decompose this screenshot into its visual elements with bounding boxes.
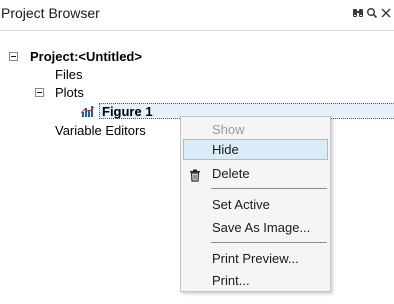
plot-icon [80,104,95,118]
close-icon[interactable] [380,6,392,20]
tree-item-figure-1[interactable]: Figure 1 [102,103,153,120]
menu-item-set-active-label: Set Active [212,197,270,212]
binoculars-icon[interactable] [352,6,364,20]
collapse-plots-icon[interactable] [35,88,44,97]
context-menu: Show Hide Delete Set Active Save As Imag… [180,116,331,292]
tree-item-project[interactable]: Project:<Untitled> [30,48,142,65]
menu-separator [211,188,327,189]
search-icon[interactable] [366,6,378,20]
menu-item-hide[interactable]: Hide [183,139,328,160]
menu-item-show-label: Show [212,122,245,137]
menu-item-delete[interactable]: Delete [183,163,328,184]
menu-item-hide-label: Hide [212,142,239,157]
menu-item-save-as-image-label: Save As Image... [212,220,311,235]
menu-separator [211,242,327,243]
tree-item-variable-editors[interactable]: Variable Editors [55,122,146,139]
trash-icon [189,167,201,182]
tree-item-plots[interactable]: Plots [55,84,84,101]
menu-item-print-label: Print... [212,273,250,288]
menu-item-delete-label: Delete [212,166,250,181]
panel-title: Project Browser [1,5,100,21]
menu-item-print[interactable]: Print... [183,270,328,291]
menu-item-show: Show [183,119,328,140]
panel-header: Project Browser [0,0,394,28]
header-divider [0,30,394,31]
header-icons [350,6,392,20]
project-browser-panel: Project Browser Project:<Untitled> Files… [0,0,394,304]
menu-item-print-preview-label: Print Preview... [212,251,299,266]
collapse-project-icon[interactable] [9,52,18,61]
menu-item-save-as-image[interactable]: Save As Image... [183,217,328,238]
tree-item-files[interactable]: Files [55,66,82,83]
menu-item-print-preview[interactable]: Print Preview... [183,248,328,269]
menu-item-set-active[interactable]: Set Active [183,194,328,215]
